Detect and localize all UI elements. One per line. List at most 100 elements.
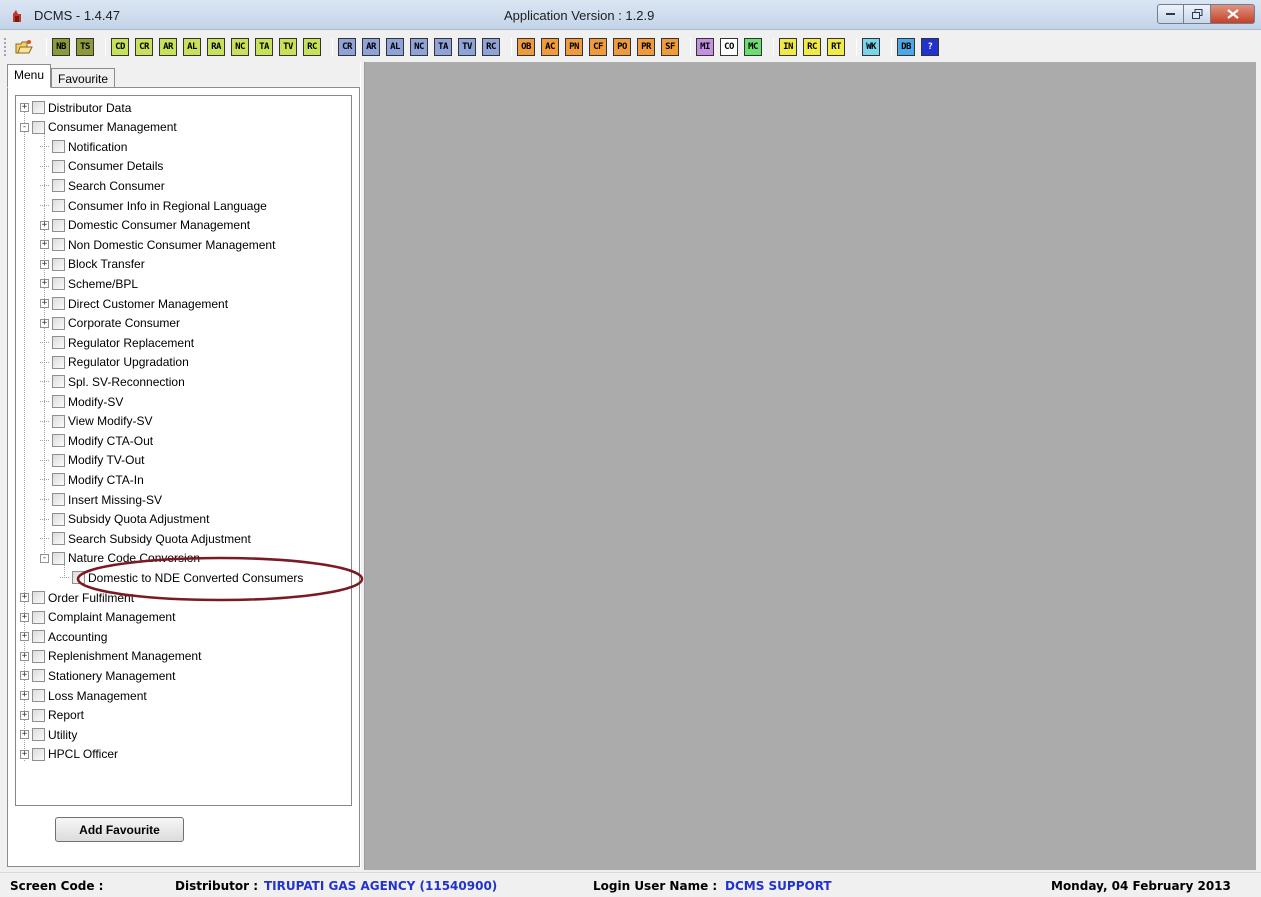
tree-checkbox[interactable] (52, 316, 65, 330)
tree-node[interactable]: Search Subsidy Quota Adjustment (40, 529, 251, 548)
tree-checkbox[interactable] (32, 101, 45, 114)
tree-node[interactable]: + Report (20, 706, 84, 725)
menu-tree[interactable]: + Distributor Data - Consumer Management Not… (15, 95, 352, 806)
tree-checkbox[interactable] (52, 473, 65, 487)
tree-checkbox[interactable] (72, 571, 85, 585)
close-icon[interactable] (1211, 4, 1255, 24)
tree-node[interactable]: + Distributor Data (20, 98, 131, 117)
toolbar-button-rt[interactable]: RT (827, 38, 845, 56)
tree-node[interactable]: Regulator Replacement (40, 333, 194, 352)
toolbar-button-nb[interactable]: NB (52, 38, 70, 56)
toolbar-button-rc[interactable]: RC (803, 38, 821, 56)
toolbar-button-rc[interactable]: RC (482, 38, 500, 56)
tree-node[interactable]: + Non Domestic Consumer Management (40, 235, 275, 254)
tree-node[interactable]: Domestic to NDE Converted Consumers (60, 568, 303, 587)
expand-icon[interactable]: + (20, 749, 29, 759)
expand-icon[interactable]: + (40, 318, 49, 328)
toolbar-button-mc[interactable]: MC (744, 38, 762, 56)
tree-node[interactable]: + Block Transfer (40, 255, 145, 274)
tree-node[interactable]: + Direct Customer Management (40, 294, 228, 313)
tree-node[interactable]: + Order Fulfilment (20, 588, 134, 607)
toolbar-button-pr[interactable]: PR (637, 38, 655, 56)
toolbar-button-sf[interactable]: SF (661, 38, 679, 56)
tree-node[interactable]: + Loss Management (20, 686, 147, 705)
tree-node[interactable]: - Consumer Management (20, 118, 177, 137)
tree-checkbox[interactable] (52, 493, 65, 506)
tree-checkbox[interactable] (52, 551, 65, 565)
toolbar-button-ar[interactable]: AR (362, 38, 380, 56)
tab-favourite[interactable]: Favourite (51, 68, 116, 88)
tree-node[interactable]: Spl. SV-Reconnection (40, 372, 185, 391)
toolbar-button-al[interactable]: AL (183, 38, 201, 56)
tree-checkbox[interactable] (52, 257, 65, 271)
tree-node[interactable]: Search Consumer (40, 176, 165, 195)
tree-node[interactable]: + Accounting (20, 627, 107, 646)
tree-node[interactable]: Modify CTA-Out (40, 431, 153, 450)
toolbar-button-cr[interactable]: CR (135, 38, 153, 56)
tree-node[interactable]: Regulator Upgradation (40, 353, 189, 372)
toolbar-button-al[interactable]: AL (386, 38, 404, 56)
restore-icon[interactable] (1184, 4, 1211, 24)
expand-icon[interactable]: + (20, 671, 29, 681)
tree-checkbox[interactable] (32, 120, 45, 134)
tree-checkbox[interactable] (52, 532, 65, 546)
tree-node[interactable]: + Domestic Consumer Management (40, 216, 250, 235)
toolbar-button-rc[interactable]: RC (303, 38, 321, 56)
toolbar-button-co[interactable]: CO (720, 38, 738, 56)
tree-checkbox[interactable] (32, 591, 45, 604)
toolbar-button-in[interactable]: IN (779, 38, 797, 56)
toolbar-button-pn[interactable]: PN (565, 38, 583, 56)
toolbar-button-nc[interactable]: NC (231, 38, 249, 56)
tree-checkbox[interactable] (52, 277, 65, 291)
toolbar-button-cr[interactable]: CR (338, 38, 356, 56)
expand-icon[interactable]: + (20, 691, 29, 700)
tree-checkbox[interactable] (52, 140, 65, 154)
tree-checkbox[interactable] (52, 414, 65, 428)
expand-icon[interactable]: + (40, 299, 49, 308)
tree-checkbox[interactable] (52, 355, 65, 369)
tree-checkbox[interactable] (52, 375, 65, 389)
tree-node[interactable]: - Nature Code Conversion (40, 549, 200, 568)
expand-icon[interactable]: + (20, 632, 29, 642)
tree-checkbox[interactable] (52, 179, 65, 193)
expand-icon[interactable]: + (20, 710, 29, 720)
expand-icon[interactable]: + (20, 612, 29, 622)
toolbar-button-po[interactable]: PO (613, 38, 631, 56)
toolbar-button-ta[interactable]: TA (255, 38, 273, 56)
toolbar-button-db[interactable]: DB (897, 38, 915, 56)
expand-icon[interactable]: + (40, 220, 49, 230)
toolbar-button-cd[interactable]: CD (111, 38, 129, 56)
open-folder-icon[interactable] (15, 39, 33, 55)
tree-checkbox[interactable] (52, 159, 65, 173)
tree-node[interactable]: Modify-SV (40, 392, 123, 411)
tree-node[interactable]: Notification (40, 137, 127, 156)
expand-icon[interactable]: + (40, 279, 49, 289)
toolbar-button-cf[interactable]: CF (589, 38, 607, 56)
expand-icon[interactable]: + (20, 103, 29, 112)
expand-icon[interactable]: + (20, 651, 29, 661)
tree-checkbox[interactable] (52, 238, 65, 252)
tree-node[interactable]: Modify TV-Out (40, 451, 144, 470)
tree-checkbox[interactable] (52, 218, 65, 232)
tree-node[interactable]: Subsidy Quota Adjustment (40, 510, 209, 529)
toolbar-button-nc[interactable]: NC (410, 38, 428, 56)
tree-checkbox[interactable] (52, 453, 65, 467)
tree-node[interactable]: + Scheme/BPL (40, 274, 138, 293)
toolbar-button-ra[interactable]: RA (207, 38, 225, 56)
tree-checkbox[interactable] (52, 395, 65, 408)
tree-node[interactable]: Consumer Info in Regional Language (40, 196, 267, 215)
toolbar-button-ts[interactable]: TS (76, 38, 94, 56)
tree-checkbox[interactable] (52, 512, 65, 526)
tree-checkbox[interactable] (32, 728, 45, 742)
tree-node[interactable]: + Stationery Management (20, 666, 175, 685)
expand-icon[interactable]: + (40, 240, 49, 250)
toolbar-button-mi[interactable]: MI (696, 38, 714, 56)
tree-node[interactable]: Consumer Details (40, 157, 163, 176)
tree-checkbox[interactable] (52, 199, 65, 212)
toolbar-button-ar[interactable]: AR (159, 38, 177, 56)
tree-node[interactable]: + Replenishment Management (20, 647, 201, 666)
tree-node[interactable]: + HPCL Officer (20, 745, 118, 764)
tree-node[interactable]: + Corporate Consumer (40, 314, 180, 333)
tree-checkbox[interactable] (52, 336, 65, 350)
toolbar-button-wk[interactable]: WK (862, 38, 880, 56)
